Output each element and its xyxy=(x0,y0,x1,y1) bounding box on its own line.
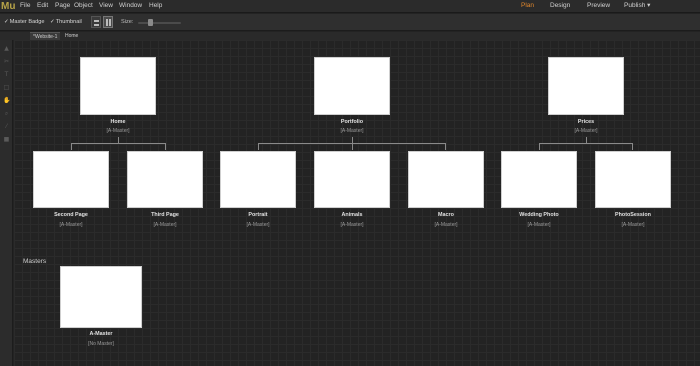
mode-preview[interactable]: Preview xyxy=(587,0,610,12)
masters-heading: Masters xyxy=(23,258,47,265)
menu-file[interactable]: File xyxy=(20,0,30,12)
page-thumbnail-third-page[interactable] xyxy=(127,151,203,208)
size-label: Size: xyxy=(121,19,134,25)
zoom-tool-icon[interactable]: ⌕ xyxy=(3,110,10,117)
page-name-prices[interactable]: Prices xyxy=(536,119,636,125)
document-tabs: *Website-1 Home xyxy=(0,32,700,40)
mode-plan[interactable]: Plan xyxy=(521,0,534,12)
menu-page[interactable]: Page xyxy=(55,0,70,12)
menu-view[interactable]: View xyxy=(99,0,113,12)
tab-website-1[interactable]: *Website-1 xyxy=(30,32,61,40)
toolbar: ✓Master Badge ✓Thumbnail Size: xyxy=(0,14,700,31)
master-parent-a-master: [No Master] xyxy=(88,341,114,347)
mode-design[interactable]: Design xyxy=(550,0,570,12)
check-icon: ✓ xyxy=(4,19,9,25)
eyedropper-tool-icon[interactable]: ⁄ xyxy=(3,123,10,130)
page-master-wedding-photo: [A-Master] xyxy=(527,222,551,228)
text-tool-icon[interactable]: T xyxy=(3,71,10,78)
page-master-third-page: [A-Master] xyxy=(153,222,177,228)
page-name-home[interactable]: Home xyxy=(68,119,168,125)
select-tool-icon[interactable]: ▲ xyxy=(3,45,10,52)
page-master-second-page: [A-Master] xyxy=(59,222,83,228)
page-master-prices: [A-Master] xyxy=(574,128,598,134)
vertical-layout-button[interactable] xyxy=(103,16,113,28)
page-thumbnail-animals[interactable] xyxy=(314,151,390,208)
tab-home[interactable]: Home xyxy=(62,32,81,40)
page-name-third-page[interactable]: Third Page xyxy=(115,212,215,218)
size-slider-track[interactable] xyxy=(138,22,181,24)
page-name-photosession[interactable]: PhotoSession xyxy=(583,212,683,218)
master-name-a-master[interactable]: A-Master xyxy=(51,331,151,337)
connector-line xyxy=(539,143,540,150)
page-master-photosession: [A-Master] xyxy=(621,222,645,228)
page-master-animals: [A-Master] xyxy=(340,222,364,228)
horizontal-layout-button[interactable] xyxy=(91,16,101,28)
connector-line xyxy=(165,143,166,150)
size-slider-thumb[interactable] xyxy=(148,19,153,26)
page-name-macro[interactable]: Macro xyxy=(396,212,496,218)
check-icon: ✓ xyxy=(50,19,55,25)
page-thumbnail-second-page[interactable] xyxy=(33,151,109,208)
swatch-tool-icon[interactable]: ■ xyxy=(3,136,10,143)
tool-strip: ▲ ✂ T □ ✋ ⌕ ⁄ ■ xyxy=(0,40,13,366)
page-name-wedding-photo[interactable]: Wedding Photo xyxy=(489,212,589,218)
app-logo: Mu xyxy=(1,1,16,12)
crop-tool-icon[interactable]: ✂ xyxy=(3,58,10,65)
hand-tool-icon[interactable]: ✋ xyxy=(3,97,10,104)
master-badge-label: Master Badge xyxy=(9,19,45,25)
thumbnail-toggle[interactable]: ✓Thumbnail xyxy=(50,17,82,27)
rect-tool-icon[interactable]: □ xyxy=(3,84,10,91)
menu-object[interactable]: Object xyxy=(74,0,93,12)
page-master-macro: [A-Master] xyxy=(434,222,458,228)
menu-bar: Mu File Edit Page Object View Window Hel… xyxy=(0,0,700,13)
page-thumbnail-photosession[interactable] xyxy=(595,151,671,208)
menu-help[interactable]: Help xyxy=(149,0,162,12)
thumbnail-label: Thumbnail xyxy=(55,19,82,25)
master-thumbnail-a-master[interactable] xyxy=(60,266,142,328)
mode-publish[interactable]: Publish ▾ xyxy=(624,0,650,12)
menu-window[interactable]: Window xyxy=(119,0,142,12)
page-master-portrait: [A-Master] xyxy=(246,222,270,228)
connector-line xyxy=(539,143,633,144)
page-thumbnail-wedding-photo[interactable] xyxy=(501,151,577,208)
connector-line xyxy=(445,143,446,150)
connector-line xyxy=(352,143,353,150)
page-name-animals[interactable]: Animals xyxy=(302,212,402,218)
menu-edit[interactable]: Edit xyxy=(37,0,48,12)
page-name-second-page[interactable]: Second Page xyxy=(21,212,121,218)
page-name-portfolio[interactable]: Portfolio xyxy=(302,119,402,125)
page-name-portrait[interactable]: Portrait xyxy=(208,212,308,218)
page-master-portfolio: [A-Master] xyxy=(340,128,364,134)
connector-line xyxy=(258,143,259,150)
connector-line xyxy=(71,143,72,150)
page-thumbnail-home[interactable] xyxy=(80,57,156,115)
page-thumbnail-portrait[interactable] xyxy=(220,151,296,208)
master-badge-toggle[interactable]: ✓Master Badge xyxy=(4,17,45,27)
page-thumbnail-prices[interactable] xyxy=(548,57,624,115)
page-master-home: [A-Master] xyxy=(106,128,130,134)
connector-line xyxy=(632,143,633,150)
page-thumbnail-macro[interactable] xyxy=(408,151,484,208)
page-thumbnail-portfolio[interactable] xyxy=(314,57,390,115)
connector-line xyxy=(71,143,166,144)
